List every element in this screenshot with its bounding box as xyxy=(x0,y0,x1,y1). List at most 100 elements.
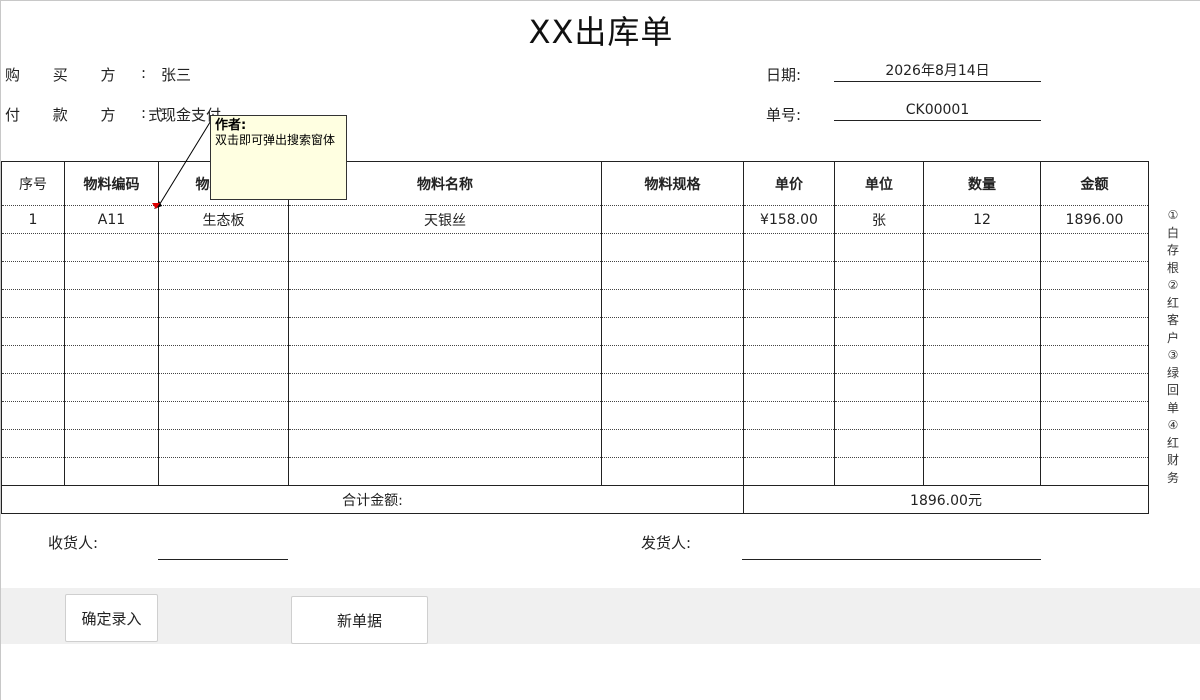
table-row xyxy=(1,457,1149,486)
date-field[interactable]: 2026年8月14日 xyxy=(834,62,1041,82)
cell-index[interactable] xyxy=(1,233,65,262)
cell-code[interactable]: A11 xyxy=(64,205,159,234)
cell-spec[interactable] xyxy=(601,373,744,402)
cell-amount[interactable] xyxy=(1040,457,1149,486)
cell-name[interactable] xyxy=(288,401,602,430)
cell-category[interactable] xyxy=(158,233,289,262)
cell-spec[interactable] xyxy=(601,289,744,318)
cell-index[interactable] xyxy=(1,401,65,430)
cell-quantity[interactable] xyxy=(923,457,1041,486)
receiver-signature-field[interactable] xyxy=(158,540,288,560)
cell-unit-price[interactable] xyxy=(743,233,835,262)
cell-name[interactable] xyxy=(288,345,602,374)
cell-unit[interactable] xyxy=(834,345,924,374)
cell-name[interactable] xyxy=(288,429,602,458)
cell-unit[interactable] xyxy=(834,401,924,430)
cell-unit[interactable] xyxy=(834,457,924,486)
cell-index[interactable] xyxy=(1,457,65,486)
cell-amount[interactable] xyxy=(1040,429,1149,458)
cell-spec[interactable] xyxy=(601,261,744,290)
cell-spec[interactable] xyxy=(601,205,744,234)
cell-index[interactable] xyxy=(1,373,65,402)
cell-unit-price[interactable]: ¥158.00 xyxy=(743,205,835,234)
cell-code[interactable] xyxy=(64,289,159,318)
cell-unit-price[interactable] xyxy=(743,345,835,374)
cell-category[interactable]: 生态板 xyxy=(158,205,289,234)
cell-index[interactable] xyxy=(1,345,65,374)
new-document-button[interactable]: 新单据 xyxy=(291,596,428,644)
cell-spec[interactable] xyxy=(601,233,744,262)
buyer-value[interactable]: 张三 xyxy=(161,64,191,85)
cell-unit[interactable] xyxy=(834,289,924,318)
confirm-entry-button[interactable]: 确定录入 xyxy=(65,594,158,642)
cell-quantity[interactable] xyxy=(923,401,1041,430)
cell-spec[interactable] xyxy=(601,457,744,486)
comment-author: 作者: xyxy=(215,118,247,133)
cell-category[interactable] xyxy=(158,261,289,290)
cell-quantity[interactable] xyxy=(923,317,1041,346)
cell-unit-price[interactable] xyxy=(743,401,835,430)
cell-amount[interactable] xyxy=(1040,261,1149,290)
cell-amount[interactable] xyxy=(1040,317,1149,346)
cell-amount[interactable] xyxy=(1040,289,1149,318)
cell-category[interactable] xyxy=(158,345,289,374)
cell-name[interactable]: 天银丝 xyxy=(288,205,602,234)
cell-spec[interactable] xyxy=(601,317,744,346)
cell-index[interactable] xyxy=(1,317,65,346)
order-number-field[interactable]: CK00001 xyxy=(834,101,1041,121)
cell-code[interactable] xyxy=(64,457,159,486)
cell-unit[interactable] xyxy=(834,261,924,290)
cell-unit[interactable] xyxy=(834,373,924,402)
cell-name[interactable] xyxy=(288,289,602,318)
cell-unit-price[interactable] xyxy=(743,429,835,458)
cell-unit-price[interactable] xyxy=(743,457,835,486)
cell-name[interactable] xyxy=(288,457,602,486)
cell-category[interactable] xyxy=(158,373,289,402)
cell-unit-price[interactable] xyxy=(743,289,835,318)
cell-quantity[interactable] xyxy=(923,233,1041,262)
cell-index[interactable] xyxy=(1,289,65,318)
cell-quantity[interactable] xyxy=(923,261,1041,290)
cell-unit-price[interactable] xyxy=(743,373,835,402)
cell-code[interactable] xyxy=(64,261,159,290)
cell-name[interactable] xyxy=(288,317,602,346)
cell-code[interactable] xyxy=(64,429,159,458)
cell-name[interactable] xyxy=(288,233,602,262)
cell-unit[interactable]: 张 xyxy=(834,205,924,234)
cell-category[interactable] xyxy=(158,429,289,458)
side-note-char: 单 xyxy=(1166,400,1179,415)
cell-index[interactable] xyxy=(1,261,65,290)
cell-name[interactable] xyxy=(288,261,602,290)
cell-quantity[interactable] xyxy=(923,429,1041,458)
cell-code[interactable] xyxy=(64,233,159,262)
cell-category[interactable] xyxy=(158,289,289,318)
cell-amount[interactable] xyxy=(1040,233,1149,262)
cell-category[interactable] xyxy=(158,457,289,486)
cell-amount[interactable] xyxy=(1040,373,1149,402)
cell-quantity[interactable] xyxy=(923,345,1041,374)
shipper-signature-field[interactable] xyxy=(742,540,1041,560)
cell-code[interactable] xyxy=(64,373,159,402)
cell-name[interactable] xyxy=(288,373,602,402)
cell-unit-price[interactable] xyxy=(743,317,835,346)
cell-unit[interactable] xyxy=(834,317,924,346)
cell-quantity[interactable]: 12 xyxy=(923,205,1041,234)
cell-code[interactable] xyxy=(64,317,159,346)
cell-spec[interactable] xyxy=(601,345,744,374)
cell-category[interactable] xyxy=(158,317,289,346)
cell-category[interactable] xyxy=(158,401,289,430)
cell-unit-price[interactable] xyxy=(743,261,835,290)
cell-index[interactable] xyxy=(1,429,65,458)
cell-amount[interactable]: 1896.00 xyxy=(1040,205,1149,234)
cell-spec[interactable] xyxy=(601,429,744,458)
cell-spec[interactable] xyxy=(601,401,744,430)
cell-unit[interactable] xyxy=(834,429,924,458)
cell-unit[interactable] xyxy=(834,233,924,262)
cell-index[interactable]: 1 xyxy=(1,205,65,234)
cell-quantity[interactable] xyxy=(923,373,1041,402)
cell-code[interactable] xyxy=(64,401,159,430)
cell-amount[interactable] xyxy=(1040,401,1149,430)
cell-code[interactable] xyxy=(64,345,159,374)
cell-quantity[interactable] xyxy=(923,289,1041,318)
cell-amount[interactable] xyxy=(1040,345,1149,374)
